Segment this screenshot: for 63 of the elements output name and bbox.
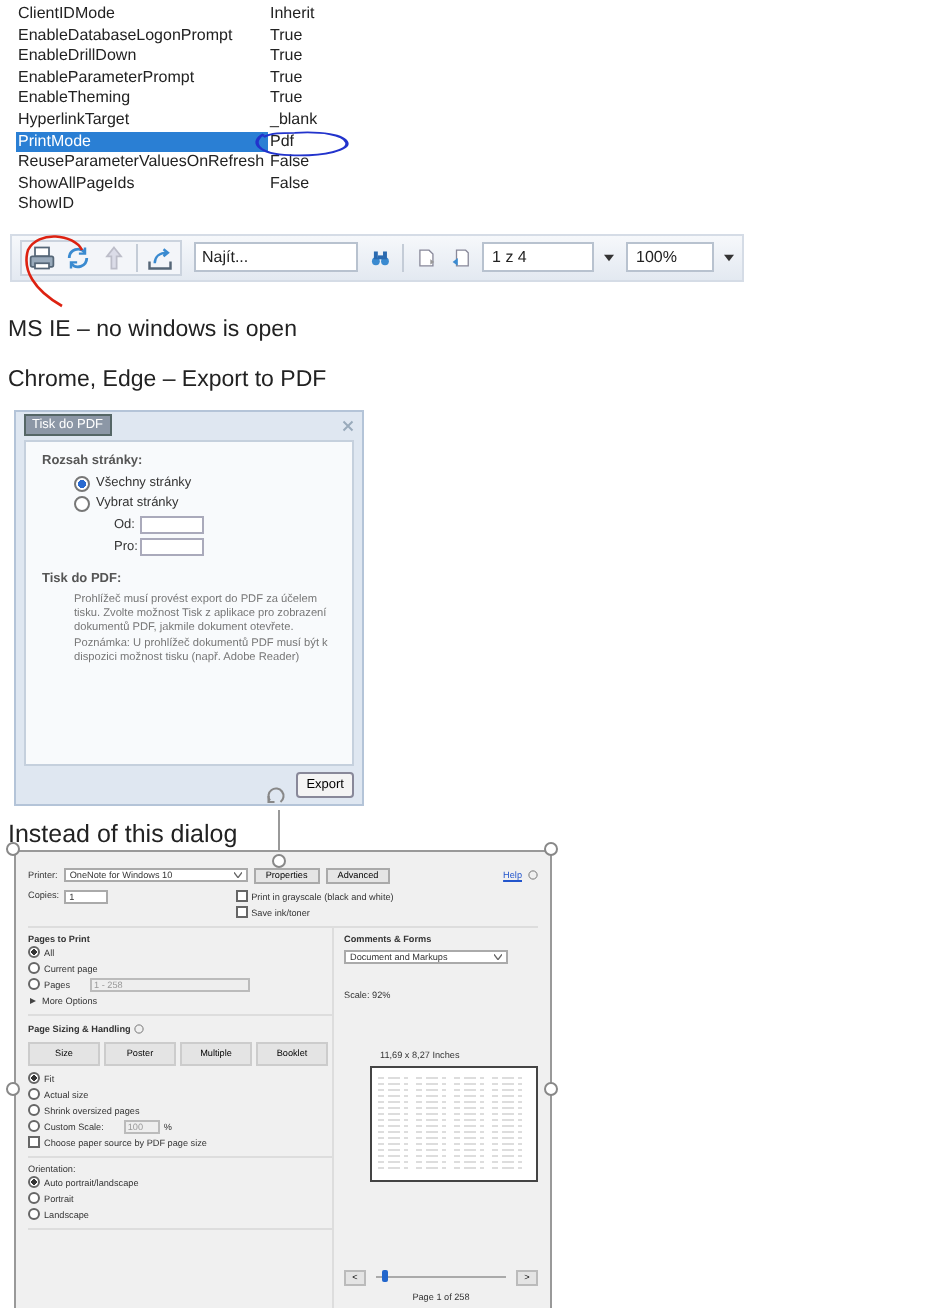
find-field[interactable]: Najít... xyxy=(194,242,358,273)
expand-triangle-icon[interactable] xyxy=(30,997,36,1004)
selection-handle[interactable] xyxy=(6,1081,20,1096)
property-name: ShowID xyxy=(16,194,77,216)
radio-button[interactable] xyxy=(28,1192,40,1205)
checkbox[interactable] xyxy=(235,890,248,903)
property-row[interactable]: EnableDrillDown True xyxy=(16,46,344,68)
property-value: False xyxy=(268,152,312,174)
property-value: Inherit xyxy=(268,4,317,26)
radio-button[interactable] xyxy=(28,1104,40,1117)
radio-button[interactable] xyxy=(28,1208,40,1221)
radio-button[interactable] xyxy=(28,1072,40,1085)
slider-thumb[interactable] xyxy=(382,1270,389,1283)
property-row[interactable]: PrintMode Pdf xyxy=(16,131,344,153)
property-row[interactable]: EnableTheming True xyxy=(16,88,344,110)
property-value: True xyxy=(268,88,305,110)
property-value: False xyxy=(268,173,312,195)
rotate-handle-icon[interactable] xyxy=(264,783,288,808)
property-row[interactable]: ReuseParameterValuesOnRefresh False xyxy=(16,152,344,174)
property-value: True xyxy=(268,46,305,68)
radio-button[interactable] xyxy=(74,475,90,492)
property-name: EnableParameterPrompt xyxy=(16,67,197,89)
radio-button[interactable] xyxy=(28,978,40,991)
property-name: ClientIDMode xyxy=(16,4,117,26)
property-name: ShowAllPageIds xyxy=(16,173,137,195)
note-text: Chrome, Edge – Export to PDF xyxy=(8,365,329,394)
selection-handle[interactable] xyxy=(544,841,558,856)
refresh-icon[interactable] xyxy=(64,243,92,272)
checkbox[interactable] xyxy=(28,1136,40,1149)
caption-text: Instead of this dialog xyxy=(8,817,238,848)
note-text: MS IE – no windows is open xyxy=(8,315,299,344)
property-value: Pdf xyxy=(268,131,344,153)
property-name: HyperlinkTarget xyxy=(16,109,132,132)
caret-icon xyxy=(724,253,735,262)
radio-button[interactable] xyxy=(28,1176,40,1189)
radio-button[interactable] xyxy=(28,1088,40,1101)
property-row[interactable]: HyperlinkTarget _blank xyxy=(16,109,344,132)
caret-icon xyxy=(494,953,502,960)
property-value: True xyxy=(268,67,305,89)
property-row[interactable]: ShowID xyxy=(16,194,344,216)
property-name: ReuseParameterValuesOnRefresh xyxy=(16,152,267,174)
property-row[interactable]: ShowAllPageIds False xyxy=(16,173,344,195)
radio-button[interactable] xyxy=(28,1120,40,1133)
property-name: EnableDrillDown xyxy=(16,46,139,68)
to-page-field[interactable] xyxy=(140,537,204,556)
property-row[interactable]: EnableParameterPrompt True xyxy=(16,67,344,89)
property-value: _blank xyxy=(268,109,320,132)
selection-handle[interactable] xyxy=(6,841,20,856)
property-row[interactable]: EnableDatabaseLogonPrompt True xyxy=(16,25,344,47)
radio-button[interactable] xyxy=(28,946,40,959)
printer-icon[interactable] xyxy=(28,243,56,272)
export-icon[interactable] xyxy=(146,243,174,272)
caret-icon xyxy=(604,253,615,262)
caret-icon xyxy=(233,872,242,879)
from-page-field[interactable] xyxy=(140,515,204,534)
property-value: True xyxy=(268,25,305,47)
property-name: PrintMode xyxy=(16,131,93,153)
property-name: EnableDatabaseLogonPrompt xyxy=(16,25,235,47)
checkbox[interactable] xyxy=(235,906,248,919)
radio-button[interactable] xyxy=(74,495,90,512)
property-row[interactable]: ClientIDMode Inherit xyxy=(16,4,344,26)
radio-button[interactable] xyxy=(28,962,40,975)
property-name: EnableTheming xyxy=(16,88,133,110)
